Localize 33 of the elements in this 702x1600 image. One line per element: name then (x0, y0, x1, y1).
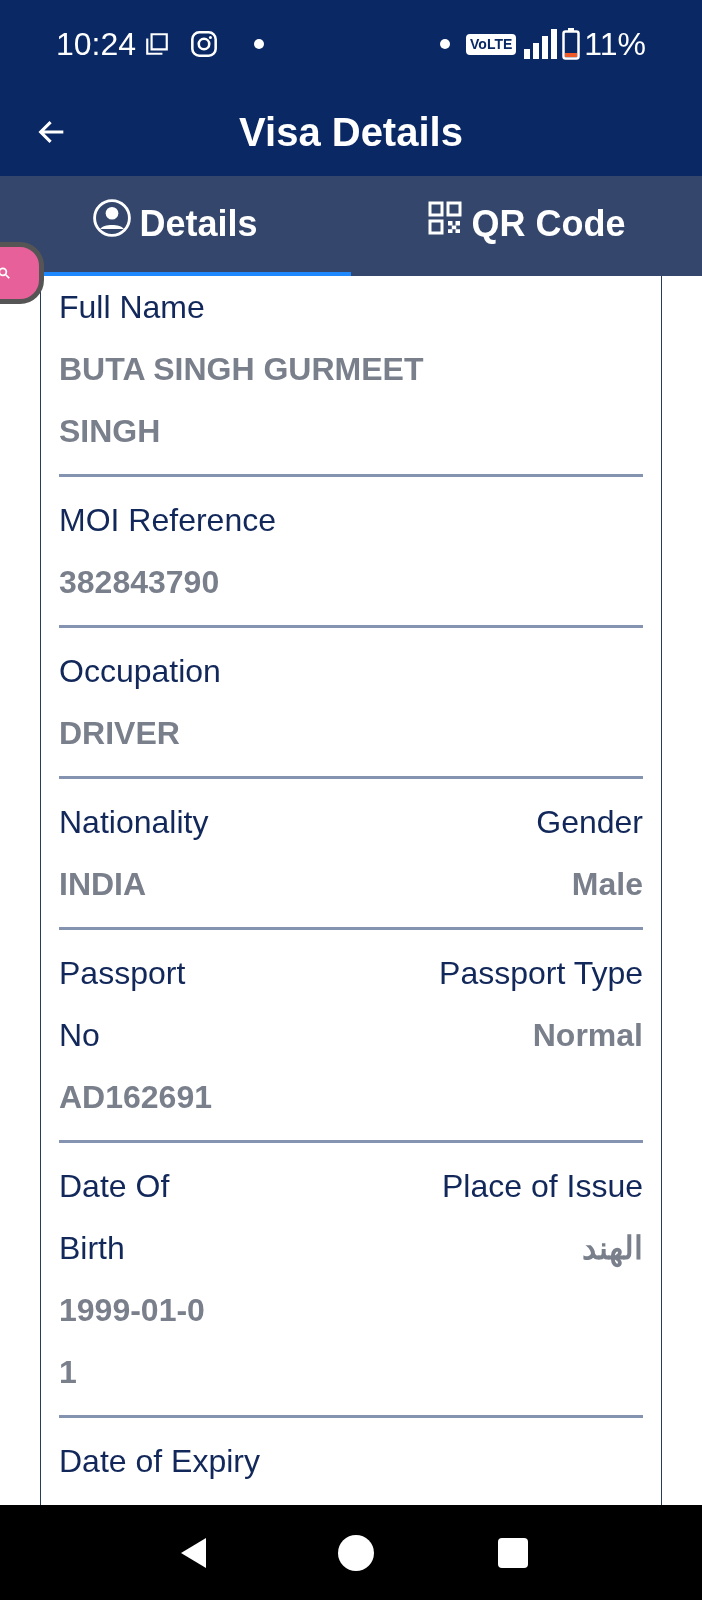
field-value: BUTA SINGH GURMEET SINGH (59, 350, 425, 451)
field-label: Gender (536, 803, 643, 842)
qr-code-icon (427, 200, 464, 236)
field-value: Normal (532, 1016, 643, 1055)
field-label: Full Name (59, 288, 205, 327)
screen-icon (144, 31, 171, 57)
field-value: Male (571, 865, 643, 904)
user-icon (93, 199, 132, 237)
field-value: الهند (582, 1229, 643, 1270)
field-value: 1999-01-01 (59, 1291, 206, 1392)
field-label: Date Of Birth (59, 1167, 171, 1268)
battery-percent: 11% (584, 25, 646, 64)
recents-nav-button[interactable] (498, 1537, 528, 1568)
search-icon (0, 266, 11, 280)
tab[interactable]: QR Code (351, 176, 702, 276)
camera-icon (190, 30, 219, 58)
field-label: Passport Type (439, 954, 643, 993)
field-label: Date of Expiry (59, 1442, 260, 1481)
field-label: Nationality (59, 803, 209, 842)
field-value: INDIA (59, 865, 147, 904)
page-title: Visa Details (238, 109, 464, 156)
field-label: Occupation (59, 652, 221, 691)
battery-icon (562, 28, 581, 60)
network-badge: VoLTE (466, 33, 517, 55)
field-value: 382843790 (59, 563, 220, 602)
field-value: DRIVER (59, 714, 180, 753)
signal-icon (524, 29, 559, 59)
field-value: AD162691 (59, 1078, 212, 1117)
home-nav-button[interactable] (338, 1534, 374, 1571)
field-label: MOI Reference (59, 501, 276, 540)
field-label: Passport No (59, 954, 187, 1055)
field-label: Place of Issue (442, 1167, 643, 1206)
status-time: 10:24 (56, 25, 137, 64)
